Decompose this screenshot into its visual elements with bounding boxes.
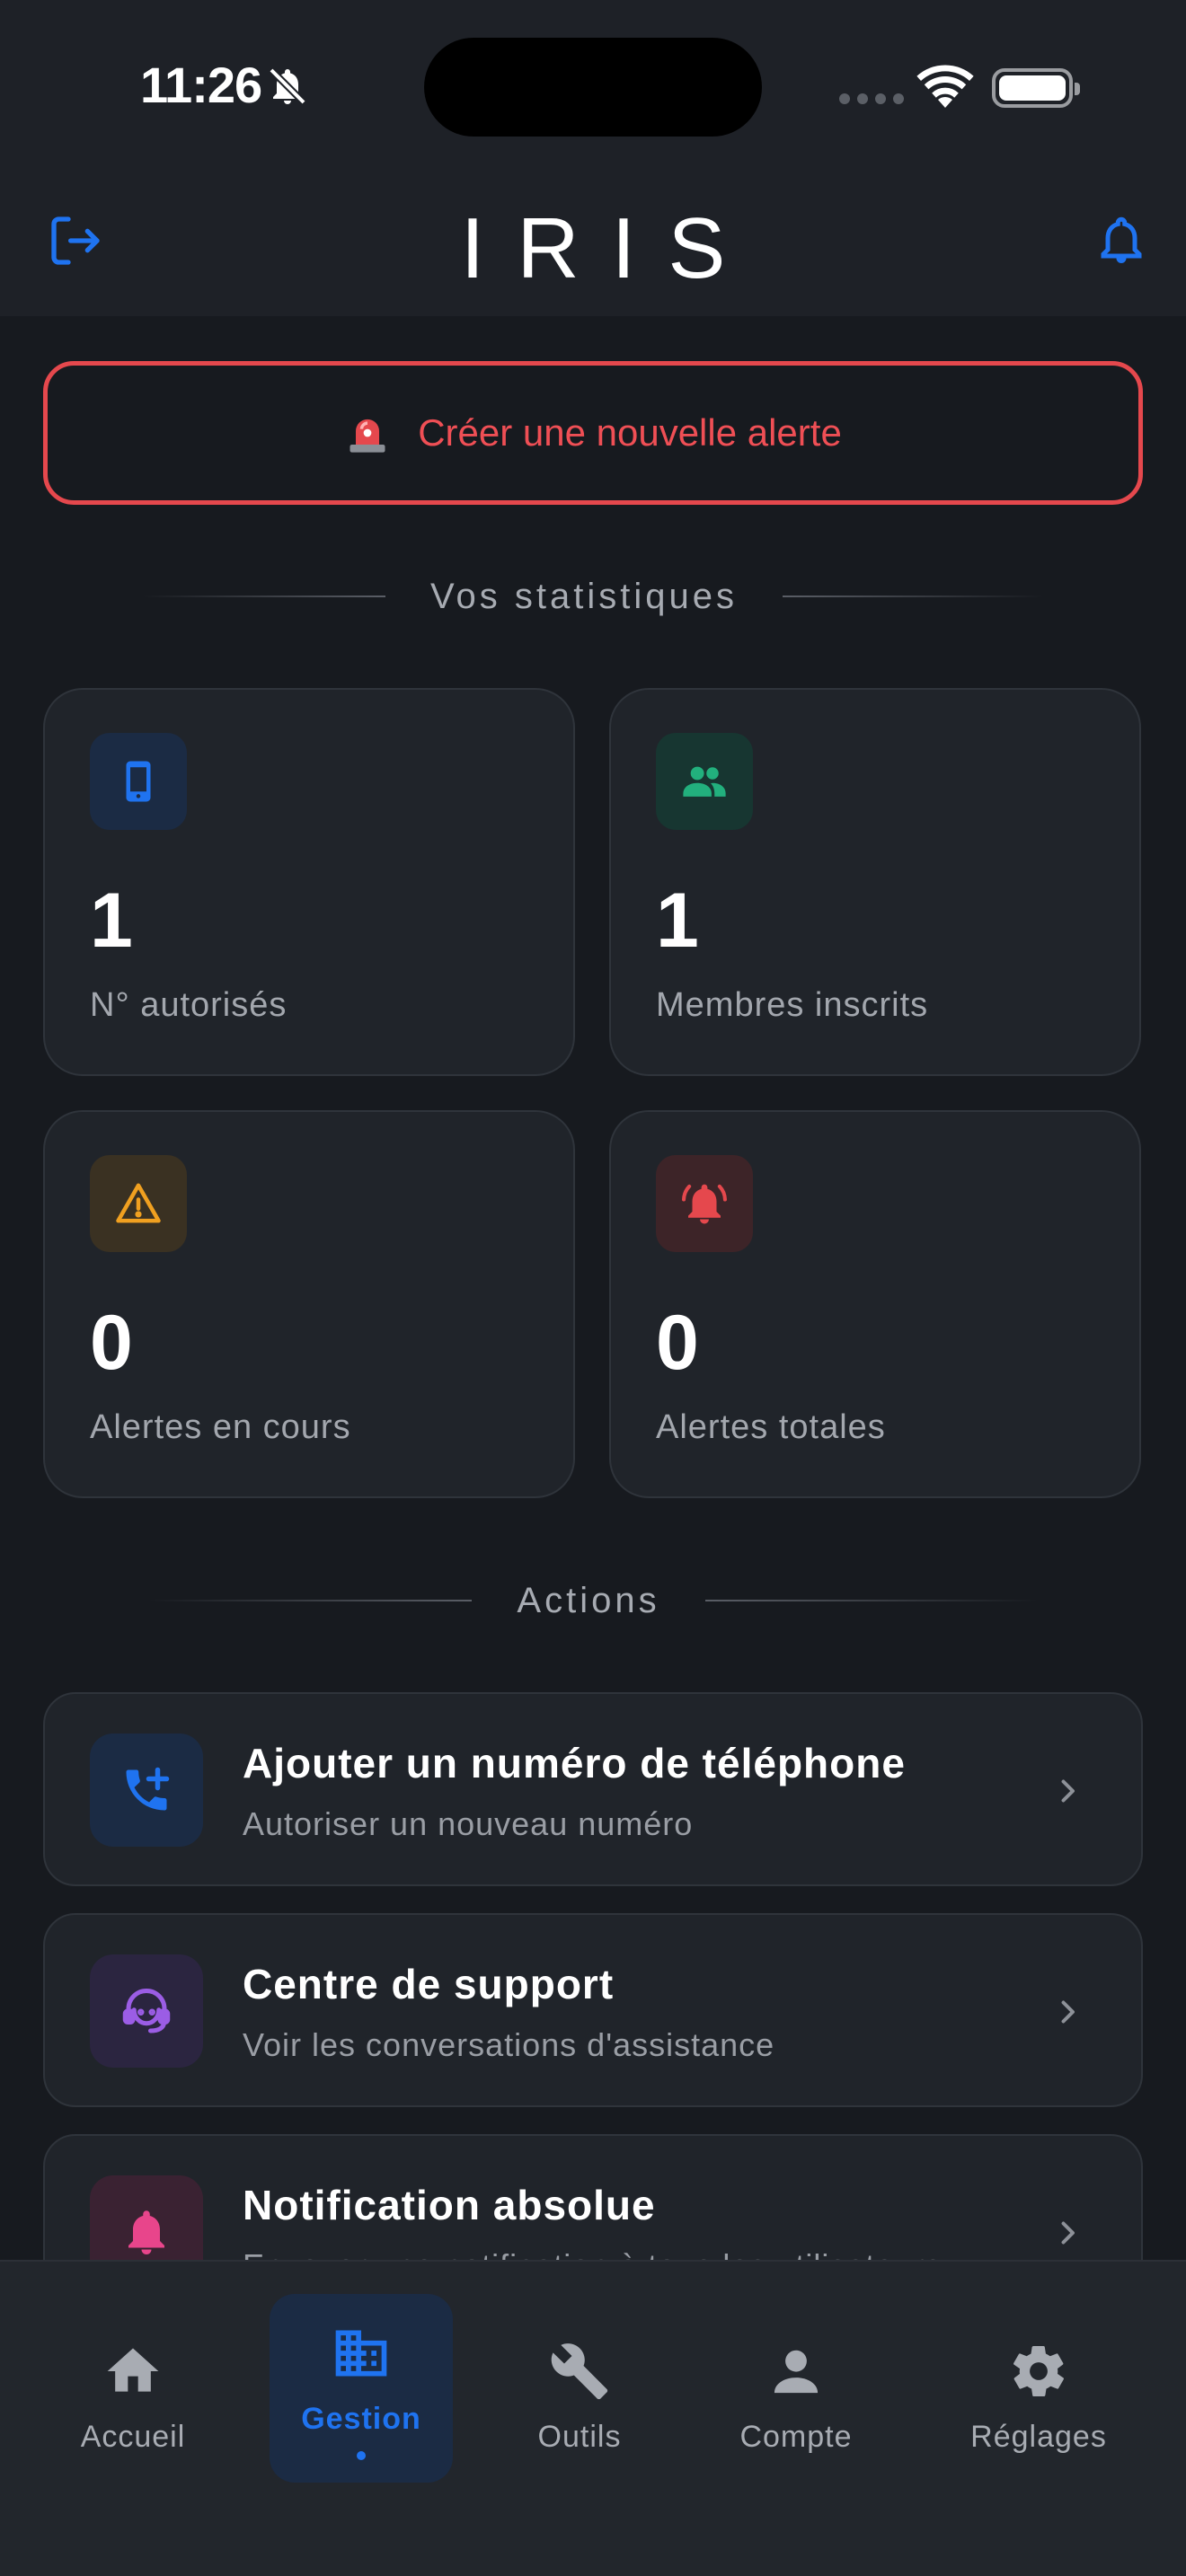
stat-label: Alertes totales bbox=[656, 1408, 886, 1446]
nav-item-outils[interactable]: Outils bbox=[508, 2294, 651, 2483]
home-icon bbox=[107, 2348, 159, 2392]
stat-card-authorized-numbers: 1 N° autorisés bbox=[43, 688, 575, 1076]
stat-card-total-alerts: 0 Alertes totales bbox=[609, 1110, 1141, 1498]
nav-item-reglages[interactable]: Réglages bbox=[956, 2294, 1121, 2483]
stat-label: N° autorisés bbox=[90, 986, 288, 1024]
action-title: Notification absolue bbox=[243, 2182, 656, 2228]
nav-label: Compte bbox=[739, 2420, 853, 2454]
stat-label: Alertes en cours bbox=[90, 1408, 351, 1446]
action-subtitle: Voir les conversations d'assistance bbox=[243, 2026, 775, 2063]
status-time: 11:26 bbox=[140, 57, 262, 113]
action-title: Ajouter un numéro de téléphone bbox=[243, 1740, 906, 1786]
stat-label: Membres inscrits bbox=[656, 986, 929, 1024]
stat-value: 0 bbox=[90, 1300, 133, 1386]
stats-section-title: Vos statistiques bbox=[430, 576, 738, 616]
add-phone-number-action[interactable]: Ajouter un numéro de téléphone Autoriser… bbox=[43, 1692, 1143, 1886]
bottom-navigation: Accueil Gestion Outils Compte Réglages bbox=[0, 2260, 1186, 2576]
top-bar: 11:26 IRIS bbox=[0, 0, 1186, 316]
warning-icon bbox=[116, 1183, 161, 1223]
stat-card-ongoing-alerts: 0 Alertes en cours bbox=[43, 1110, 575, 1498]
actions-section-heading: Actions bbox=[0, 1574, 1186, 1628]
battery-icon bbox=[992, 68, 1080, 108]
app-title: IRIS bbox=[460, 200, 758, 296]
stat-value: 1 bbox=[656, 878, 699, 964]
nav-item-accueil[interactable]: Accueil bbox=[61, 2294, 205, 2483]
create-alert-button[interactable]: Créer une nouvelle alerte bbox=[43, 361, 1143, 505]
siren-icon bbox=[350, 419, 385, 453]
phone-add-icon bbox=[126, 1767, 170, 1811]
building-icon bbox=[335, 2330, 387, 2377]
nav-label: Réglages bbox=[970, 2420, 1107, 2454]
bell-muted-icon bbox=[269, 67, 306, 105]
dynamic-island bbox=[424, 38, 762, 137]
create-alert-label: Créer une nouvelle alerte bbox=[418, 411, 842, 454]
nav-label: Gestion bbox=[301, 2402, 421, 2436]
wrench-icon bbox=[551, 2343, 608, 2400]
nav-label: Accueil bbox=[80, 2420, 186, 2454]
wifi-icon bbox=[916, 65, 974, 108]
bell-icon bbox=[128, 2210, 164, 2254]
nav-item-compte[interactable]: Compte bbox=[724, 2294, 868, 2483]
action-title: Centre de support bbox=[243, 1961, 615, 2007]
ringing-bell-icon bbox=[682, 1184, 727, 1224]
stat-card-registered-members: 1 Membres inscrits bbox=[609, 688, 1141, 1076]
support-agent-icon bbox=[122, 1989, 171, 2033]
gear-icon bbox=[1013, 2345, 1064, 2397]
chevron-right-icon bbox=[1061, 2000, 1075, 2024]
group-icon bbox=[683, 766, 726, 797]
nav-item-gestion[interactable]: Gestion bbox=[270, 2294, 453, 2483]
chevron-right-icon bbox=[1061, 1779, 1075, 1803]
actions-section-title: Actions bbox=[517, 1580, 660, 1620]
cellular-signal-icon bbox=[839, 93, 904, 104]
chevron-right-icon bbox=[1061, 2221, 1075, 2245]
active-indicator bbox=[357, 2451, 366, 2460]
nav-label: Outils bbox=[537, 2420, 622, 2454]
stat-value: 0 bbox=[656, 1300, 699, 1386]
stat-value: 1 bbox=[90, 878, 133, 964]
notifications-bell-icon[interactable] bbox=[1094, 212, 1148, 269]
stats-section-heading: Vos statistiques bbox=[0, 569, 1186, 623]
person-icon bbox=[774, 2350, 819, 2394]
action-subtitle: Autoriser un nouveau numéro bbox=[243, 1805, 694, 1842]
smartphone-icon bbox=[126, 761, 151, 802]
support-center-action[interactable]: Centre de support Voir les conversations… bbox=[43, 1913, 1143, 2107]
